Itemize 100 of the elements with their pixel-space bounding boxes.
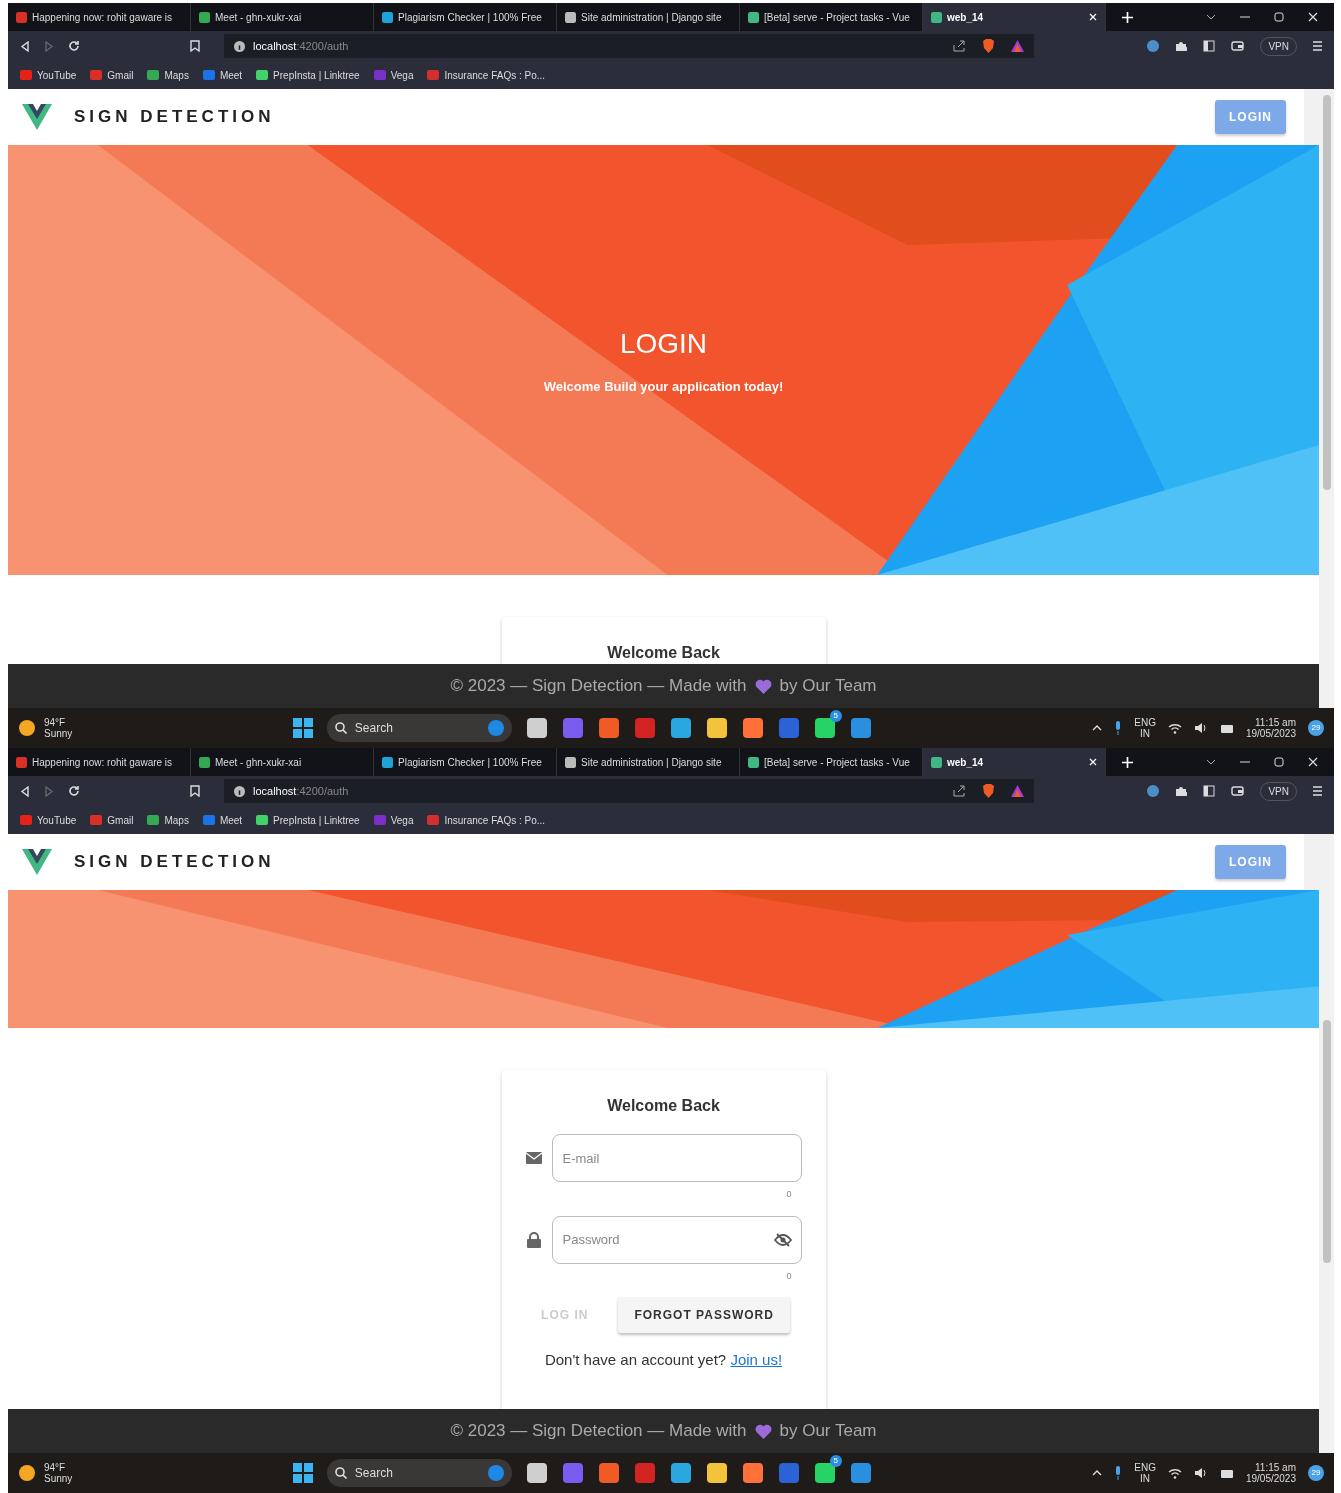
wifi-icon[interactable] <box>1167 1467 1182 1479</box>
bookmark[interactable]: Vega <box>373 67 414 83</box>
email-field[interactable]: E-mail <box>551 1134 802 1182</box>
sidebar-icon[interactable] <box>1203 40 1216 52</box>
windows-start-icon[interactable] <box>292 1463 313 1483</box>
app-icon[interactable] <box>525 717 548 739</box>
bookmark[interactable]: Maps <box>147 67 189 83</box>
menu-icon[interactable] <box>1313 785 1322 797</box>
forgot-password-button[interactable]: FORGOT PASSWORD <box>618 1297 790 1333</box>
chevron-down-icon[interactable] <box>1206 14 1216 20</box>
microphone-icon[interactable] <box>1114 721 1123 735</box>
extension-icon[interactable] <box>1147 785 1160 797</box>
back-icon[interactable] <box>20 40 30 52</box>
app-icon[interactable] <box>669 1462 692 1484</box>
bookmark-favicon-icon <box>90 70 103 80</box>
microphone-icon[interactable] <box>1114 1466 1123 1480</box>
restore-icon[interactable] <box>1274 12 1284 22</box>
reload-icon[interactable] <box>68 785 80 797</box>
language-indicator[interactable]: ENG IN <box>1134 1461 1156 1485</box>
windows-start-icon[interactable] <box>292 718 313 738</box>
address-bar[interactable]: localhost:4200/auth <box>224 34 1034 58</box>
battery-icon[interactable] <box>1219 1467 1234 1479</box>
tab-favicon-icon <box>748 756 759 768</box>
plus-icon[interactable] <box>1122 11 1133 23</box>
battery-icon[interactable] <box>1219 722 1234 734</box>
app-icon[interactable] <box>669 717 692 739</box>
bookmark[interactable]: Insurance FAQs : Po... <box>427 67 546 83</box>
bookmark[interactable]: Vega <box>373 812 414 828</box>
bookmark[interactable]: YouTube <box>20 67 77 83</box>
app-icon[interactable] <box>597 1462 620 1484</box>
join-link[interactable]: Join us! <box>730 1351 783 1368</box>
clock[interactable]: 11:15 am 19/05/2023 <box>1245 1461 1296 1485</box>
bookmark[interactable]: Insurance FAQs : Po... <box>427 812 546 828</box>
app-icon[interactable] <box>741 1462 764 1484</box>
bookmark-icon[interactable] <box>190 40 200 52</box>
bookmark[interactable]: Meet <box>202 812 243 828</box>
region-code: IN <box>1140 728 1151 740</box>
bookmark[interactable]: Maps <box>147 812 189 828</box>
app-icon[interactable] <box>705 1462 728 1484</box>
search-field[interactable]: Search <box>326 714 512 742</box>
bookmark[interactable]: YouTube <box>20 812 77 828</box>
bookmark[interactable]: PrepInsta | Linktree <box>256 812 360 828</box>
wifi-icon[interactable] <box>1167 722 1182 734</box>
chevron-down-icon[interactable] <box>1206 759 1216 765</box>
puzzle-icon[interactable] <box>1175 785 1188 797</box>
card-title: Welcome Back <box>606 1096 721 1116</box>
app-icon[interactable] <box>813 717 836 739</box>
eye-slash-icon[interactable] <box>773 1232 792 1247</box>
tab-favicon-icon <box>748 11 759 23</box>
app-icon[interactable] <box>849 717 872 739</box>
app-icon[interactable] <box>741 717 764 739</box>
tab-favicon-icon <box>199 756 210 768</box>
address-bar[interactable]: localhost:4200/auth <box>224 779 1034 803</box>
chevron-up-icon[interactable] <box>1092 1470 1103 1476</box>
restore-icon[interactable] <box>1274 757 1284 767</box>
scrollbar[interactable] <box>1319 89 1334 708</box>
scrollbar[interactable] <box>1319 834 1334 1453</box>
close-icon[interactable] <box>1308 12 1318 22</box>
share-icon[interactable] <box>953 785 966 797</box>
app-icon[interactable] <box>705 717 728 739</box>
share-icon[interactable] <box>953 40 966 52</box>
browser-tab[interactable]: web_14 <box>923 748 1106 776</box>
language-indicator[interactable]: ENG IN <box>1134 716 1156 740</box>
hero-title: LOGIN <box>619 327 708 362</box>
lion-shield-icon[interactable] <box>982 39 995 53</box>
lion-shield-icon[interactable] <box>982 784 995 798</box>
sidebar-icon[interactable] <box>1203 785 1216 797</box>
bookmark[interactable]: PrepInsta | Linktree <box>256 67 360 83</box>
app-icon[interactable] <box>813 1462 836 1484</box>
triangle-icon[interactable] <box>1011 785 1024 797</box>
wallet-icon[interactable] <box>1231 40 1245 52</box>
bookmark[interactable]: Meet <box>202 67 243 83</box>
language-code: ENG <box>1134 716 1156 728</box>
bookmark-favicon-icon <box>90 815 103 825</box>
reload-icon[interactable] <box>68 40 80 52</box>
chevron-up-icon[interactable] <box>1092 725 1103 731</box>
back-icon[interactable] <box>20 785 30 797</box>
plus-icon[interactable] <box>1122 756 1133 768</box>
url-text: localhost:4200/auth <box>253 38 349 54</box>
bookmark[interactable]: Gmail <box>90 67 134 83</box>
app-icon[interactable] <box>849 1462 872 1484</box>
speaker-icon[interactable] <box>1193 722 1208 734</box>
triangle-icon[interactable] <box>1011 40 1024 52</box>
wallet-icon[interactable] <box>1231 785 1245 797</box>
browser-tab[interactable]: web_14 <box>923 3 1106 31</box>
app-icon[interactable] <box>597 717 620 739</box>
password-field[interactable]: Password <box>551 1215 802 1264</box>
bookmark-favicon-icon <box>256 815 269 825</box>
menu-icon[interactable] <box>1313 40 1322 52</box>
close-icon[interactable] <box>1308 757 1318 767</box>
bookmark[interactable]: Gmail <box>90 812 134 828</box>
search-field[interactable]: Search <box>326 1459 512 1487</box>
extension-icon[interactable] <box>1147 40 1160 52</box>
bookmark-favicon-icon <box>147 70 160 80</box>
bookmark-label: Insurance FAQs : Po... <box>444 68 546 83</box>
speaker-icon[interactable] <box>1193 1467 1208 1479</box>
clock[interactable]: 11:15 am 19/05/2023 <box>1245 716 1296 740</box>
bookmark-icon[interactable] <box>190 785 200 797</box>
puzzle-icon[interactable] <box>1175 40 1188 52</box>
app-icon[interactable] <box>525 1462 548 1484</box>
